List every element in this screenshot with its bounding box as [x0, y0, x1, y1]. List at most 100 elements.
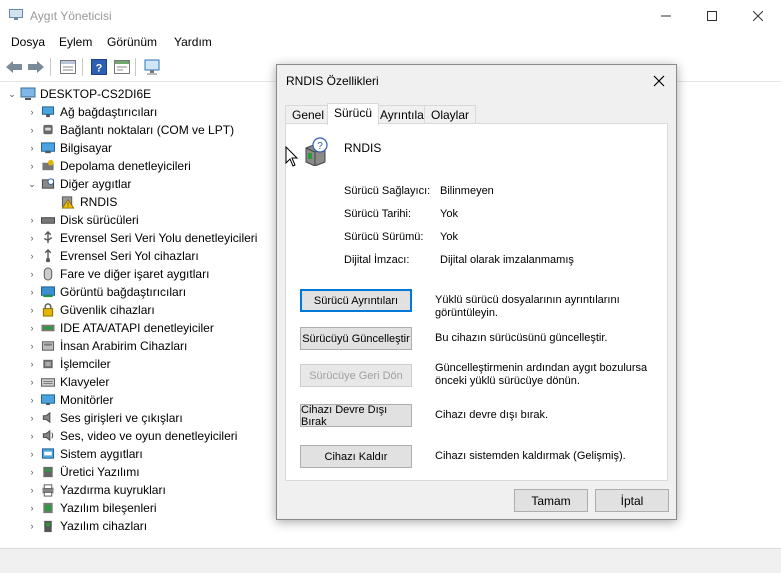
field-value: Yok	[440, 208, 458, 220]
maximize-icon	[707, 10, 717, 21]
tree-category-item[interactable]: › Güvenlik cihazları	[26, 301, 155, 319]
tree-category-item[interactable]: › Bağlantı noktaları (COM ve LPT)	[26, 121, 235, 139]
tree-root[interactable]: ⌄ DESKTOP-CS2DI6E	[6, 85, 151, 103]
firmware-icon	[43, 466, 53, 478]
tree-category-item[interactable]: › Disk sürücüleri	[26, 211, 139, 229]
back-button[interactable]	[4, 57, 24, 77]
uninstall-device-button[interactable]: Cihazı Kaldır	[300, 445, 412, 468]
svg-text:!: !	[67, 202, 69, 209]
properties-dialog: RNDIS Özellikleri Genel Sürücü Ayrıntıla…	[276, 64, 677, 520]
dialog-close-button[interactable]	[649, 71, 669, 91]
svg-text:?: ?	[317, 141, 323, 152]
field-label: Sürücü Tarihi:	[344, 208, 412, 220]
help-icon: ?	[91, 59, 107, 75]
chevron-right-icon[interactable]: ›	[26, 233, 38, 243]
minimize-button[interactable]	[643, 0, 689, 31]
chevron-down-icon[interactable]: ⌄	[6, 89, 18, 100]
chevron-right-icon[interactable]: ›	[26, 503, 38, 513]
forward-arrow-icon	[28, 61, 44, 73]
tree-category-item[interactable]: › Üretici Yazılımı	[26, 463, 140, 481]
tree-category-item[interactable]: › Bilgisayar	[26, 139, 113, 157]
tree-category-item[interactable]: › Klavyeler	[26, 373, 110, 391]
chevron-right-icon[interactable]: ›	[26, 305, 38, 315]
tree-category-item[interactable]: › Yazılım cihazları	[26, 517, 148, 535]
tree-category-item[interactable]: › Ses girişleri ve çıkışları	[26, 409, 183, 427]
chevron-right-icon[interactable]: ›	[26, 467, 38, 477]
chevron-right-icon[interactable]: ›	[26, 521, 38, 531]
tree-category-item[interactable]: › Evrensel Seri Yol cihazları	[26, 247, 199, 265]
tree-category-item[interactable]: › Sistem aygıtları	[26, 445, 143, 463]
chevron-right-icon[interactable]: ›	[26, 161, 38, 171]
chevron-right-icon[interactable]: ›	[26, 341, 38, 351]
menu-dosya[interactable]: Dosya	[11, 35, 45, 49]
tab-genel[interactable]: Genel	[285, 105, 332, 124]
unknown-device-icon: ?	[305, 137, 328, 166]
disable-device-button[interactable]: Cihazı Devre Dışı Bırak	[300, 404, 412, 428]
window-title: Aygıt Yöneticisi	[30, 9, 112, 23]
tree-device-item[interactable]: ! RNDIS	[46, 193, 117, 211]
menu-yardim[interactable]: Yardım	[174, 35, 212, 49]
chevron-right-icon[interactable]: ›	[26, 287, 38, 297]
field-value: Bilinmeyen	[440, 185, 494, 197]
driver-details-button[interactable]: Sürücü Ayrıntıları	[300, 289, 412, 312]
tree-item-label: IDE ATA/ATAPI denetleyiciler	[60, 321, 214, 335]
chevron-right-icon[interactable]: ›	[26, 323, 38, 333]
tree-category-item[interactable]: › Yazdırma kuyrukları	[26, 481, 166, 499]
tree-category-item[interactable]: › Ses, video ve oyun denetleyicileri	[26, 427, 238, 445]
chevron-right-icon[interactable]: ›	[26, 449, 38, 459]
tree-item-label: Ağ bağdaştırıcıları	[60, 105, 158, 119]
chevron-right-icon[interactable]: ›	[26, 215, 38, 225]
menu-gorunum[interactable]: Görünüm	[107, 35, 157, 49]
monitor-icon	[41, 394, 55, 406]
close-button[interactable]	[735, 0, 781, 31]
chevron-right-icon[interactable]: ›	[26, 251, 38, 261]
chevron-right-icon[interactable]: ›	[26, 125, 38, 135]
tree-category-item[interactable]: › IDE ATA/ATAPI denetleyiciler	[26, 319, 214, 337]
tree-category-item[interactable]: › Fare ve diğer işaret aygıtları	[26, 265, 210, 283]
help-button[interactable]: ?	[89, 57, 109, 77]
update-driver-button[interactable]: Sürücüyü Güncelleştir	[300, 327, 412, 350]
tree-category-item[interactable]: › Depolama denetleyicileri	[26, 157, 191, 175]
usb-device-icon	[44, 249, 52, 263]
roll-back-driver-button[interactable]: Sürücüye Geri Dön	[300, 364, 412, 387]
tree-category-item[interactable]: › Görüntü bağdaştırıcıları	[26, 283, 187, 301]
tab-olaylar[interactable]: Olaylar	[424, 105, 477, 124]
chevron-down-icon[interactable]: ⌄	[26, 179, 38, 190]
chevron-right-icon[interactable]: ›	[26, 269, 38, 279]
driver-tab-panel: ? RNDIS Sürücü Sağlayıcı: Bilinmeyen Sür…	[285, 123, 668, 481]
tree-item-label: Evrensel Seri Veri Yolu denetleyicileri	[60, 231, 258, 245]
dialog-title: RNDIS Özellikleri	[286, 74, 379, 88]
chevron-right-icon[interactable]: ›	[26, 359, 38, 369]
scan-hardware-button[interactable]	[143, 57, 163, 77]
chevron-right-icon[interactable]: ›	[26, 377, 38, 387]
chevron-right-icon[interactable]: ›	[26, 395, 38, 405]
forward-button[interactable]	[26, 57, 46, 77]
action-view-button[interactable]	[112, 57, 132, 77]
tree-item-label: İşlemciler	[60, 357, 111, 371]
tree-category-item[interactable]: › İnsan Arabirim Cihazları	[26, 337, 188, 355]
tree-category-item[interactable]: › Ağ bağdaştırıcıları	[26, 103, 158, 121]
tree-category-item[interactable]: › Monitörler	[26, 391, 114, 409]
chevron-right-icon[interactable]: ›	[26, 107, 38, 117]
back-arrow-icon	[6, 61, 22, 73]
menu-eylem[interactable]: Eylem	[59, 35, 92, 49]
update-driver-desc: Bu cihazın sürücüsünü güncelleştir.	[435, 332, 608, 344]
cancel-button[interactable]: İptal	[595, 489, 669, 512]
chevron-right-icon[interactable]: ›	[26, 431, 38, 441]
tree-category-item[interactable]: › İşlemciler	[26, 355, 111, 373]
monitor-scan-icon	[144, 59, 160, 75]
chevron-right-icon[interactable]: ›	[26, 485, 38, 495]
field-label: Dijital İmzacı:	[344, 254, 410, 266]
driver-details-desc: Yüklü sürücü dosyalarının ayrıntılarını …	[435, 294, 620, 319]
properties-view-button[interactable]	[58, 57, 78, 77]
maximize-button[interactable]	[689, 0, 735, 31]
device-manager-icon	[9, 9, 23, 20]
chevron-right-icon[interactable]: ›	[26, 143, 38, 153]
tab-surucu[interactable]: Sürücü	[327, 103, 380, 125]
network-adapter-icon	[41, 106, 55, 118]
tree-category-item[interactable]: › Yazılım bileşenleri	[26, 499, 157, 517]
tree-category-item[interactable]: ⌄ Diğer aygıtlar	[26, 175, 131, 193]
ok-button[interactable]: Tamam	[514, 489, 588, 512]
tree-category-item[interactable]: › Evrensel Seri Veri Yolu denetleyicileri	[26, 229, 257, 247]
chevron-right-icon[interactable]: ›	[26, 413, 38, 423]
